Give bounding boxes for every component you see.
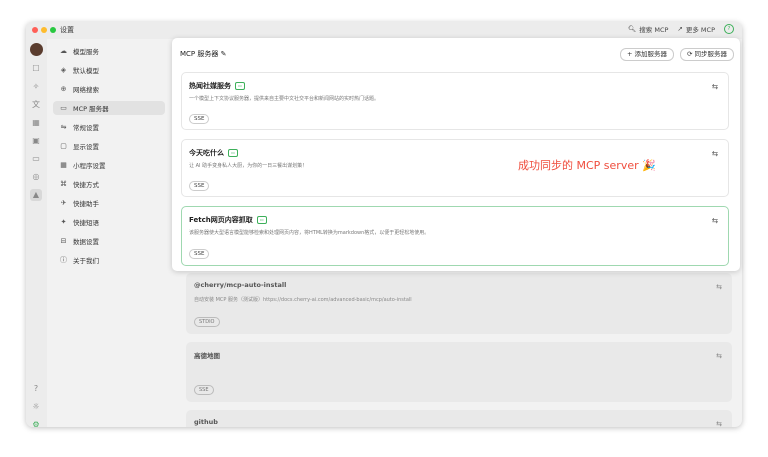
panel-title: MCP 服务器 ✎ bbox=[180, 50, 227, 58]
add-server-button[interactable]: + 添加服务器 bbox=[619, 48, 674, 61]
server-name: github bbox=[194, 418, 218, 426]
apps-icon[interactable]: ▦ bbox=[30, 117, 42, 129]
settings-icon[interactable]: ⇆ bbox=[712, 149, 718, 158]
help-circle-icon[interactable]: ? bbox=[30, 383, 42, 395]
chat-badge-icon: ▭ bbox=[235, 82, 245, 90]
cloud-icon: ☁ bbox=[60, 47, 67, 55]
server-name: @cherry/mcp-auto-install bbox=[194, 281, 287, 289]
sidebar-item-default-model[interactable]: ◈ 默认模型 bbox=[53, 63, 165, 77]
server-name: 今天吃什么 ▭ bbox=[189, 148, 238, 158]
settings-icon[interactable]: ⇆ bbox=[716, 420, 722, 427]
settings-sidebar: ☁ 模型服务 ◈ 默认模型 ⊕ 网络搜索 ▭ MCP 服务器 ⇋ 常规设置 ▢ … bbox=[50, 39, 170, 427]
sync-icon: ⟳ bbox=[686, 50, 693, 58]
server-name: 高德地图 bbox=[194, 352, 220, 360]
server-icon: ▭ bbox=[60, 104, 67, 112]
maximize-window-button[interactable] bbox=[50, 27, 56, 33]
chat-icon[interactable]: ☐ bbox=[30, 63, 42, 75]
globe-icon: ⊕ bbox=[60, 85, 67, 93]
server-card[interactable]: 高德地图 SSE ⇆ bbox=[186, 342, 732, 402]
server-description: 自动安装 MCP 服务（测试版）https://docs.cherry-ai.c… bbox=[194, 297, 412, 303]
external-link-icon: ↗ bbox=[677, 25, 683, 33]
info-icon: ⓘ bbox=[60, 256, 67, 264]
sparkle-icon: ✦ bbox=[60, 218, 67, 226]
chat-badge-icon: ▭ bbox=[256, 216, 267, 224]
server-description: 让 AI 助手变身私人大厨，为你的一日三餐出谋划策！ bbox=[189, 163, 308, 169]
sliders-icon: ⇋ bbox=[60, 123, 67, 131]
grid-icon: ▦ bbox=[60, 161, 67, 169]
knowledge-icon[interactable]: ▣ bbox=[30, 135, 42, 147]
server-type-tag: SSE bbox=[189, 114, 210, 124]
sync-servers-button[interactable]: ⟳ 同步服务器 bbox=[679, 48, 734, 61]
sidebar-item-mcp-servers[interactable]: ▭ MCP 服务器 bbox=[53, 101, 165, 115]
settings-icon[interactable]: ⚙ bbox=[30, 419, 42, 427]
server-card[interactable]: Fetch网页内容抓取 ▭ 该服务器使大型语言模型能够检索和处理网页内容，将HTM… bbox=[181, 206, 729, 266]
server-type-tag: SSE bbox=[194, 385, 214, 395]
mcp-icon[interactable]: ▲ bbox=[30, 189, 42, 201]
sun-icon[interactable]: ☼ bbox=[30, 401, 42, 413]
settings-icon[interactable]: ⇆ bbox=[712, 216, 718, 225]
sidebar-item-model-service[interactable]: ☁ 模型服务 bbox=[53, 44, 165, 58]
folder-icon[interactable]: ▭ bbox=[30, 153, 42, 165]
rocket-icon: ✈ bbox=[60, 199, 67, 207]
icon-bar: ☐ ✧ 文 ▦ ▣ ▭ ◎ ▲ ? ☼ ⚙ bbox=[26, 39, 47, 427]
close-window-button[interactable] bbox=[32, 27, 38, 33]
sidebar-item-general[interactable]: ⇋ 常规设置 bbox=[53, 120, 165, 134]
edit-icon[interactable]: ✎ bbox=[221, 50, 227, 58]
toolbar: 🔍︎ 搜索 MCP ↗ 更多 MCP ? bbox=[628, 24, 734, 34]
paint-icon[interactable]: ◎ bbox=[30, 171, 42, 183]
more-mcp-button[interactable]: ↗ 更多 MCP bbox=[677, 24, 715, 34]
sidebar-item-quick-assistant[interactable]: ✈ 快捷助手 bbox=[53, 196, 165, 210]
sidebar-item-quick-phrases[interactable]: ✦ 快捷短语 bbox=[53, 215, 165, 229]
cube-icon: ◈ bbox=[60, 66, 67, 74]
server-description: 该服务器使大型语言模型能够检索和处理网页内容，将HTML转换为markdown格… bbox=[189, 230, 430, 236]
search-icon: 🔍︎ bbox=[628, 25, 637, 33]
database-icon: ⊟ bbox=[60, 237, 67, 245]
server-type-tag: STDIO bbox=[194, 317, 220, 327]
server-card[interactable]: @cherry/mcp-auto-install 自动安装 MCP 服务（测试版… bbox=[186, 273, 732, 334]
sidebar-item-shortcuts[interactable]: ⌘ 快捷方式 bbox=[53, 177, 165, 191]
server-description: 一个模型上下文协议服务器，提供来自主要中文社交平台和新闻网站的实时热门话题。 bbox=[189, 96, 380, 102]
settings-icon[interactable]: ⇆ bbox=[716, 283, 722, 291]
translate-icon[interactable]: 文 bbox=[30, 99, 42, 111]
settings-icon[interactable]: ⇆ bbox=[712, 82, 718, 91]
server-name: Fetch网页内容抓取 ▭ bbox=[189, 215, 267, 225]
sparkle-icon[interactable]: ✧ bbox=[30, 81, 42, 93]
sidebar-item-web-search[interactable]: ⊕ 网络搜索 bbox=[53, 82, 165, 96]
command-icon: ⌘ bbox=[60, 180, 67, 188]
window-title: 设置 bbox=[60, 26, 74, 34]
minimize-window-button[interactable] bbox=[41, 27, 47, 33]
sidebar-item-miniapp[interactable]: ▦ 小程序设置 bbox=[53, 158, 165, 172]
display-icon: ▢ bbox=[60, 142, 67, 150]
sidebar-item-display[interactable]: ▢ 显示设置 bbox=[53, 139, 165, 153]
avatar[interactable] bbox=[30, 43, 43, 56]
server-type-tag: SSE bbox=[189, 181, 210, 191]
settings-icon[interactable]: ⇆ bbox=[716, 352, 722, 360]
chat-badge-icon: ▭ bbox=[228, 149, 238, 157]
server-card[interactable]: github ⇆ bbox=[186, 410, 732, 427]
sidebar-item-data[interactable]: ⊟ 数据设置 bbox=[53, 234, 165, 248]
sidebar-item-about[interactable]: ⓘ 关于我们 bbox=[53, 253, 165, 267]
server-name: 热闻社媒服务 ▭ bbox=[189, 81, 245, 91]
search-mcp-button[interactable]: 🔍︎ 搜索 MCP bbox=[628, 24, 668, 34]
server-card[interactable]: 热闻社媒服务 ▭ 一个模型上下文协议服务器，提供来自主要中文社交平台和新闻网站的实… bbox=[181, 72, 729, 130]
mcp-server-panel: MCP 服务器 ✎ + 添加服务器 ⟳ 同步服务器 热闻社媒服务 ▭ 一个模型上下… bbox=[172, 38, 740, 271]
annotation-text: 成功同步的 MCP server 🎉 bbox=[518, 159, 656, 172]
title-bar: 设置 🔍︎ 搜索 MCP ↗ 更多 MCP ? bbox=[26, 22, 742, 39]
server-type-tag: SSE bbox=[189, 249, 210, 259]
help-icon[interactable]: ? bbox=[724, 24, 734, 34]
